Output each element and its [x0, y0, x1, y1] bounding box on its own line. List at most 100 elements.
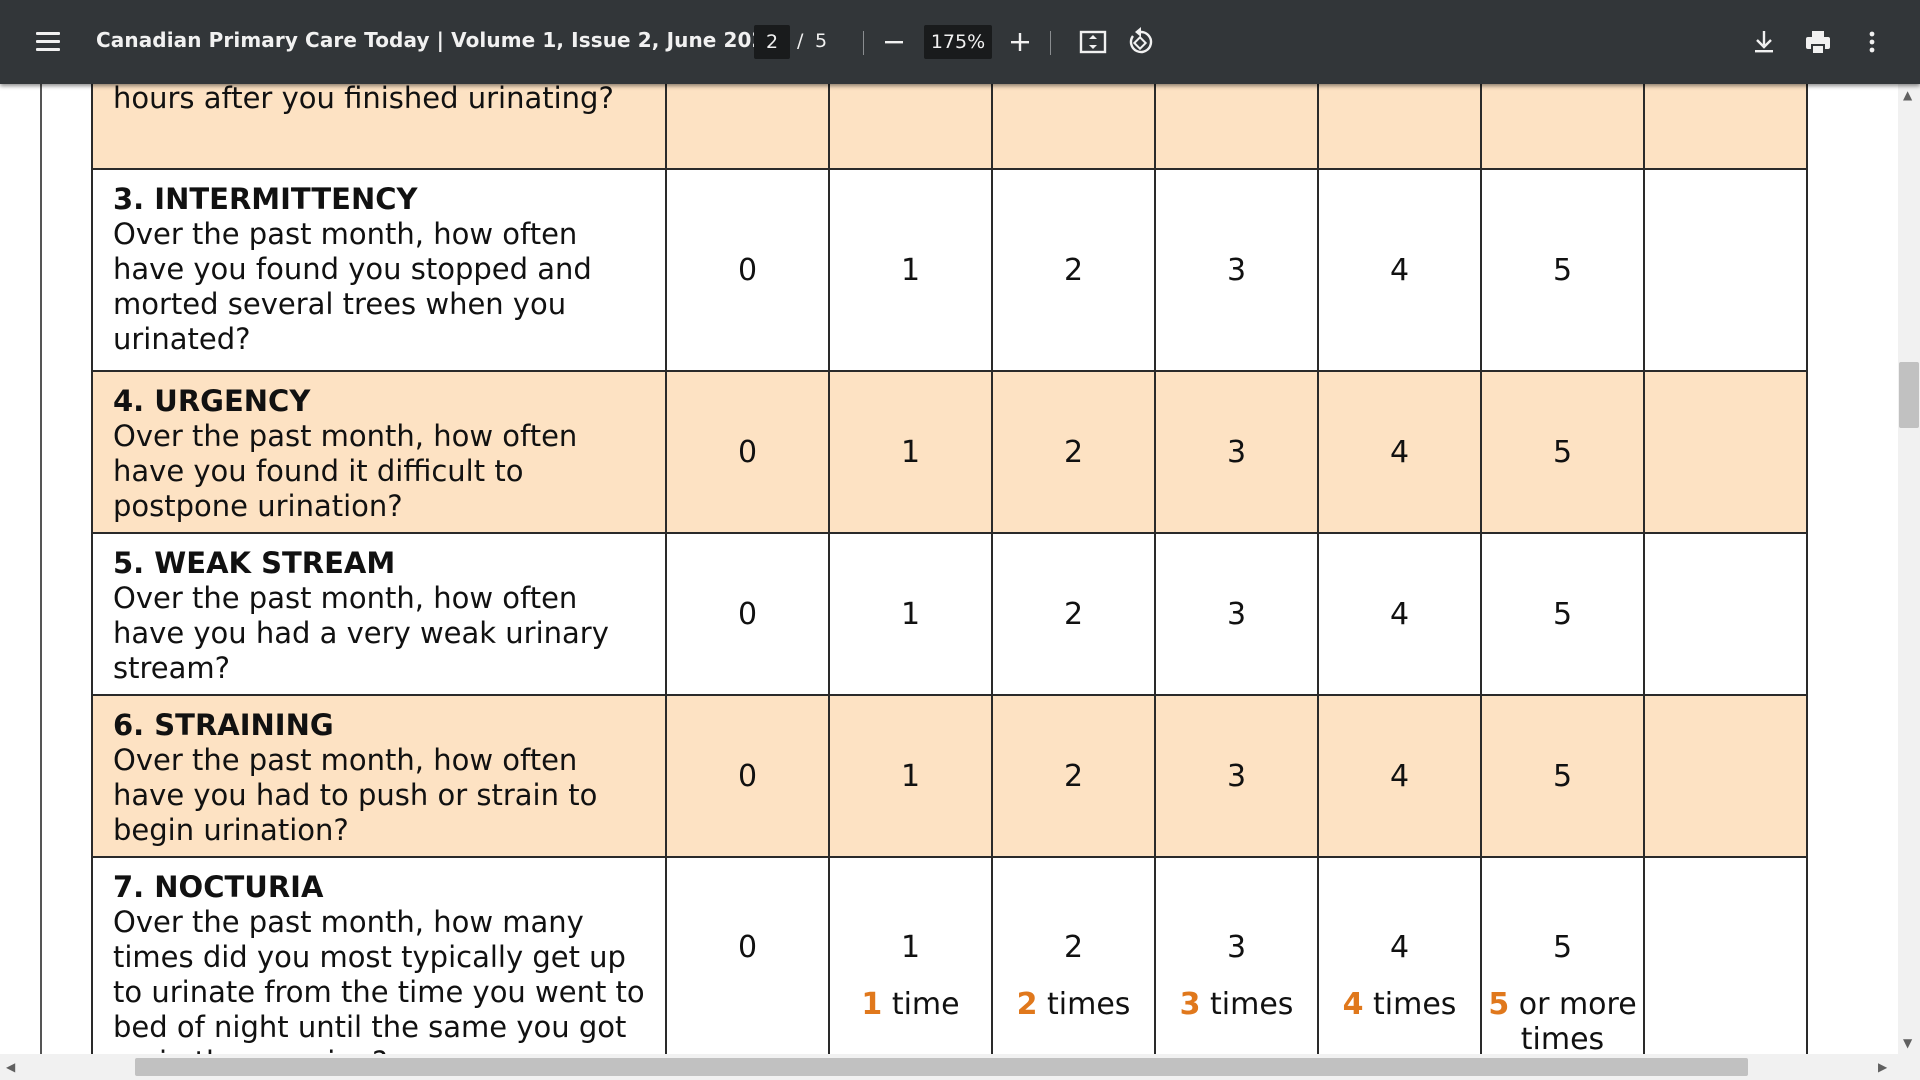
scroll-up-arrow-icon[interactable]: ▲: [1903, 88, 1912, 102]
zoom-out-icon[interactable]: [874, 22, 914, 62]
vertical-scrollbar-thumb[interactable]: [1899, 362, 1919, 428]
print-icon[interactable]: [1798, 22, 1838, 62]
score-cell: 0: [665, 370, 830, 534]
horizontal-scrollbar-thumb[interactable]: [135, 1058, 1748, 1076]
times-text: time: [891, 987, 960, 1022]
score-cell: 2 2 times: [991, 856, 1156, 1054]
page-total: 5: [815, 30, 828, 52]
question-title: 4. URGENCY: [113, 384, 311, 418]
times-number: 5: [1488, 987, 1510, 1022]
scroll-right-arrow-icon[interactable]: ▶: [1878, 1060, 1887, 1074]
score-cell: 4: [1317, 168, 1482, 372]
pdf-toolbar: Canadian Primary Care Today | Volume 1, …: [0, 0, 1920, 84]
question-cell: 7. NOCTURIA Over the past month, how man…: [91, 856, 667, 1054]
score-cell: 4: [1317, 694, 1482, 858]
score-cell: 2: [991, 532, 1156, 696]
total-cell: [1643, 532, 1808, 696]
question-text: hours after you finished urinating?: [113, 84, 614, 115]
scroll-down-arrow-icon[interactable]: ▼: [1903, 1036, 1912, 1050]
ipss-score-table: hours after you finished urinating? 3. I…: [91, 84, 1808, 1054]
table-row-nocturia: 7. NOCTURIA Over the past month, how man…: [91, 856, 1808, 1054]
times-number: 4: [1342, 987, 1364, 1022]
scroll-left-arrow-icon[interactable]: ◀: [6, 1060, 15, 1074]
score-value: 3: [1226, 930, 1247, 965]
score-cell: 2: [991, 694, 1156, 858]
score-cell: 3 3 times: [1154, 856, 1319, 1054]
document-title: Canadian Primary Care Today | Volume 1, …: [96, 28, 780, 52]
more-options-icon[interactable]: [1852, 22, 1892, 62]
score-value: 2: [1063, 930, 1084, 965]
rotate-icon[interactable]: [1121, 22, 1161, 62]
score-cell: [991, 84, 1156, 170]
question-title: 5. WEAK STREAM: [113, 546, 396, 580]
table-row-straining: 6. STRAINING Over the past month, how of…: [91, 694, 1808, 858]
zoom-level-input[interactable]: 175%: [924, 25, 992, 59]
times-number: 2: [1016, 987, 1038, 1022]
zoom-in-icon[interactable]: [1000, 22, 1040, 62]
vertical-scrollbar[interactable]: [1898, 84, 1920, 1054]
total-cell: [1643, 694, 1808, 858]
score-cell: 1: [828, 168, 993, 372]
score-cell: 1: [828, 694, 993, 858]
times-number: 1: [861, 987, 883, 1022]
times-label: 1 time: [830, 987, 991, 1022]
score-cell: 3: [1154, 694, 1319, 858]
score-cell: 2: [991, 370, 1156, 534]
score-cell: [1317, 84, 1482, 170]
fit-page-icon[interactable]: [1073, 22, 1113, 62]
score-cell: 3: [1154, 532, 1319, 696]
score-cell: 2: [991, 168, 1156, 372]
score-value: 1: [900, 930, 921, 965]
score-value: 4: [1389, 930, 1410, 965]
total-cell: [1643, 168, 1808, 372]
score-value: 0: [737, 930, 758, 965]
score-cell: 1: [828, 370, 993, 534]
score-cell: 0: [665, 694, 830, 858]
score-cell: 5: [1480, 532, 1645, 696]
question-cell: hours after you finished urinating?: [91, 84, 667, 170]
times-label: 2 times: [993, 987, 1154, 1022]
score-cell: 0: [665, 856, 830, 1054]
question-cell: 5. WEAK STREAM Over the past month, how …: [91, 532, 667, 696]
score-cell: [665, 84, 830, 170]
score-cell: 1: [828, 532, 993, 696]
question-cell: 4. URGENCY Over the past month, how ofte…: [91, 370, 667, 534]
score-cell: [828, 84, 993, 170]
score-value: 5: [1552, 930, 1573, 965]
times-text: or more times: [1518, 987, 1637, 1054]
page-separator: /: [797, 30, 804, 52]
score-cell: 5: [1480, 694, 1645, 858]
score-cell: [1480, 84, 1645, 170]
question-text: Over the past month, how often have you …: [113, 581, 609, 685]
score-cell: 1 1 time: [828, 856, 993, 1054]
question-title: 3. INTERMITTENCY: [113, 182, 418, 216]
toolbar-divider: [863, 31, 864, 55]
score-cell: 3: [1154, 370, 1319, 534]
score-cell: 4: [1317, 370, 1482, 534]
page-edge: [40, 84, 42, 1054]
toolbar-divider: [1050, 31, 1051, 55]
question-title: 6. STRAINING: [113, 708, 334, 742]
times-number: 3: [1179, 987, 1201, 1022]
score-cell: 5: [1480, 370, 1645, 534]
question-text: Over the past month, how many times did …: [113, 905, 645, 1054]
times-label: 4 times: [1319, 987, 1480, 1022]
times-text: times: [1373, 987, 1457, 1022]
menu-icon[interactable]: [30, 22, 66, 62]
table-row-weak-stream: 5. WEAK STREAM Over the past month, how …: [91, 532, 1808, 696]
download-icon[interactable]: [1744, 22, 1784, 62]
score-cell: 4: [1317, 532, 1482, 696]
times-label: 3 times: [1156, 987, 1317, 1022]
total-cell: [1643, 370, 1808, 534]
table-row-urgency: 4. URGENCY Over the past month, how ofte…: [91, 370, 1808, 534]
total-cell: [1643, 856, 1808, 1054]
table-row-intermittency: 3. INTERMITTENCY Over the past month, ho…: [91, 168, 1808, 372]
score-cell: 5: [1480, 168, 1645, 372]
score-cell: 0: [665, 168, 830, 372]
question-text: Over the past month, how often have you …: [113, 419, 578, 523]
score-cell: [1154, 84, 1319, 170]
times-text: times: [1047, 987, 1131, 1022]
total-cell: [1643, 84, 1808, 170]
page-number-input[interactable]: 2: [754, 25, 790, 59]
document-viewport[interactable]: hours after you finished urinating? 3. I…: [0, 84, 1898, 1054]
